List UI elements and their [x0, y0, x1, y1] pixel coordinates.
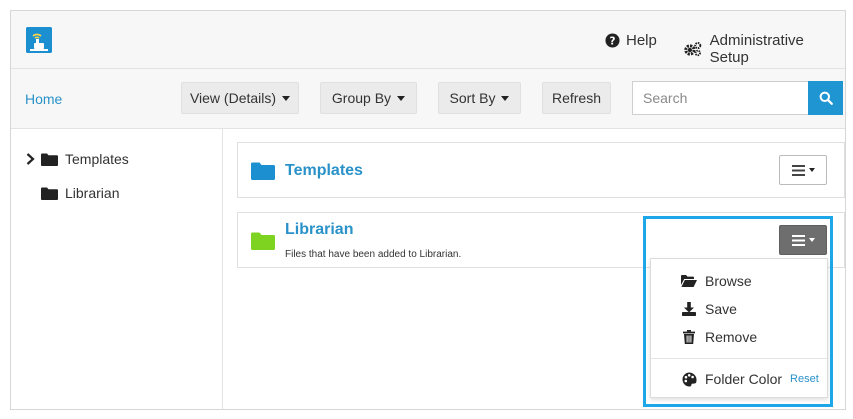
bars-icon	[791, 234, 805, 246]
menu-item-label: Save	[705, 301, 737, 317]
breadcrumb-home[interactable]: Home	[25, 91, 62, 107]
download-icon	[681, 302, 697, 316]
question-circle-icon: ?	[605, 33, 620, 48]
view-details-button[interactable]: View (Details)	[181, 82, 299, 114]
sidebar-tree: Templates Librarian	[11, 129, 223, 409]
folder-open-icon	[681, 275, 697, 287]
sort-by-button[interactable]: Sort By	[438, 82, 521, 114]
refresh-button[interactable]: Refresh	[542, 82, 611, 114]
folder-context-menu: Browse Save Remove Folder Color Reset	[650, 258, 828, 398]
menu-item-folder-color[interactable]: Folder Color Reset	[651, 366, 827, 392]
trash-icon	[681, 330, 697, 344]
administrative-setup-link[interactable]: Administrative Setup	[683, 32, 845, 66]
caret-down-icon	[397, 95, 406, 101]
search-button[interactable]	[808, 81, 843, 115]
sidebar-item-label: Templates	[65, 151, 129, 167]
folder-name[interactable]: Templates	[285, 162, 363, 180]
folder-icon	[251, 162, 275, 180]
folder-icon	[41, 187, 58, 200]
menu-item-label: Remove	[705, 329, 758, 345]
svg-text:?: ?	[610, 35, 616, 47]
top-header: ? Help Administrative Setup	[11, 11, 845, 69]
folder-icon	[41, 153, 58, 166]
help-label: Help	[626, 32, 657, 49]
view-details-label: View (Details)	[189, 90, 277, 106]
menu-divider	[651, 358, 827, 359]
caret-down-icon	[808, 168, 815, 172]
app-window: ? Help Administrative Setup Home View (D…	[10, 10, 846, 410]
app-logo-icon[interactable]	[26, 27, 52, 53]
folder-menu-button[interactable]	[779, 155, 827, 185]
chevron-right-icon[interactable]	[23, 153, 37, 165]
search-box	[632, 81, 843, 115]
caret-down-icon	[501, 95, 510, 101]
search-icon	[819, 91, 833, 105]
caret-down-icon	[282, 95, 291, 101]
folder-menu-button[interactable]	[779, 225, 827, 255]
folder-name[interactable]: Librarian	[285, 221, 353, 239]
administrative-setup-label: Administrative Setup	[709, 32, 804, 66]
sidebar-item-librarian[interactable]: Librarian	[41, 185, 119, 201]
menu-item-browse[interactable]: Browse	[651, 268, 827, 294]
bars-icon	[791, 164, 805, 176]
menu-item-save[interactable]: Save	[651, 296, 827, 322]
sidebar-item-templates[interactable]: Templates	[23, 151, 129, 167]
menu-item-label: Browse	[705, 273, 752, 289]
help-link[interactable]: ? Help	[605, 32, 657, 49]
sidebar-item-label: Librarian	[65, 185, 120, 201]
reset-color-link[interactable]: Reset	[790, 373, 819, 385]
caret-down-icon	[808, 238, 815, 242]
menu-item-label: Folder Color	[705, 371, 783, 387]
folder-row-templates[interactable]: Templates	[237, 142, 845, 198]
group-by-label: Group By	[331, 90, 392, 106]
folder-description: Files that have been added to Librarian.	[285, 249, 462, 260]
search-input[interactable]	[632, 81, 808, 115]
group-by-button[interactable]: Group By	[320, 82, 417, 114]
refresh-label: Refresh	[551, 90, 602, 106]
toolbar: Home View (Details) Group By Sort By Ref…	[11, 69, 845, 129]
menu-item-remove[interactable]: Remove	[651, 324, 827, 350]
sort-by-label: Sort By	[449, 90, 496, 106]
palette-icon	[681, 372, 697, 387]
cogs-icon	[684, 42, 702, 57]
folder-icon	[251, 232, 275, 250]
